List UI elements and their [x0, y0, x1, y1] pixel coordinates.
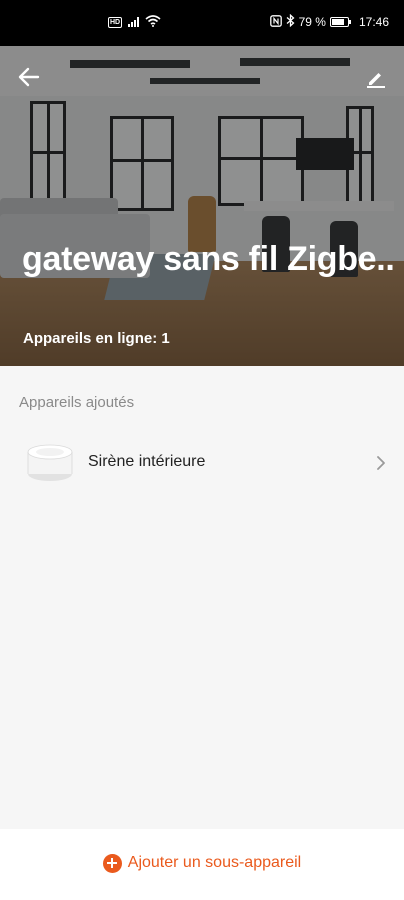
back-button[interactable]	[14, 62, 44, 92]
edit-pencil-icon	[367, 73, 385, 88]
back-arrow-icon	[18, 67, 40, 87]
bottom-action-bar: Ajouter un sous-appareil	[0, 829, 404, 900]
online-devices-count: Appareils en ligne: 1	[23, 330, 170, 347]
battery-icon	[329, 17, 351, 27]
battery-percent: 79 %	[298, 15, 326, 29]
status-bar: HD 79 % 17:46	[0, 0, 404, 46]
siren-device-icon	[26, 440, 74, 484]
battery-fill	[331, 19, 344, 25]
signal-4g-icon	[128, 16, 140, 30]
chevron-right-icon	[377, 456, 385, 470]
edit-button[interactable]	[362, 64, 390, 92]
wifi-icon	[145, 15, 161, 30]
bluetooth-icon	[286, 13, 295, 30]
hd-icon: HD	[108, 17, 123, 28]
section-label-added-devices: Appareils ajoutés	[19, 394, 135, 411]
status-time: 17:46	[358, 15, 389, 29]
list-item-device[interactable]: Sirène intérieure	[0, 434, 404, 492]
header-background-image	[0, 46, 404, 366]
device-title: gateway sans fil Zigbe..	[22, 240, 394, 278]
device-name: Sirène intérieure	[88, 453, 206, 470]
status-right-icons: 79 % 17:46	[269, 13, 389, 30]
header-overlay	[0, 46, 404, 366]
status-left-icons: HD	[108, 15, 161, 30]
plus-circle-icon	[102, 853, 122, 873]
add-sub-device-button[interactable]: Ajouter un sous-appareil	[102, 853, 302, 873]
nfc-icon	[269, 14, 282, 30]
add-sub-device-label: Ajouter un sous-appareil	[127, 854, 302, 871]
